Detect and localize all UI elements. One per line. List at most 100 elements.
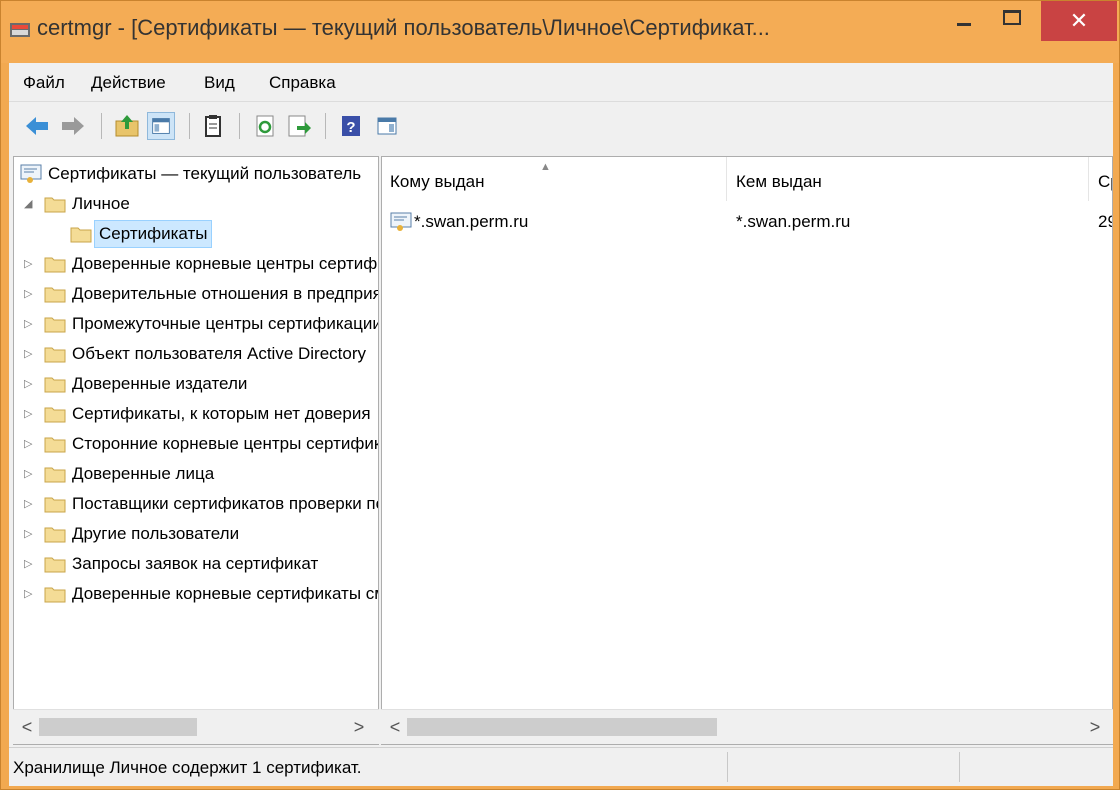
tree-item[interactable]: ▷ Промежуточные центры сертификации (14, 309, 378, 339)
certificate-list-pane[interactable]: Кому выдан ▲ Кем выдан Ср *.swan.perm.ru… (381, 156, 1113, 745)
folder-icon (44, 347, 66, 363)
folder-icon (44, 377, 66, 393)
scroll-thumb[interactable] (407, 718, 717, 736)
menu-file[interactable]: Файл (23, 73, 65, 93)
sort-ascending-icon: ▲ (540, 161, 551, 173)
title-bar[interactable]: certmgr - [Сертификаты — текущий пользов… (1, 1, 1119, 63)
tree-item[interactable]: ▷ Поставщики сертификатов проверки подлин… (14, 489, 378, 519)
tree-item[interactable]: ▷ Доверительные отношения в предприятии (14, 279, 378, 309)
toolbar-separator (101, 113, 102, 139)
folder-icon (44, 197, 66, 213)
folder-icon (44, 407, 66, 423)
expand-triangle-icon[interactable]: ▷ (24, 249, 32, 279)
tree-item-label: Сторонние корневые центры сертификации (72, 434, 378, 453)
app-window: certmgr - [Сертификаты — текущий пользов… (0, 0, 1120, 790)
folder-icon (44, 557, 66, 573)
expand-triangle-icon[interactable]: ▷ (24, 369, 32, 399)
close-button[interactable]: ✕ (1041, 1, 1117, 41)
column-header-issued-by[interactable]: Кем выдан (736, 157, 822, 201)
tree-item-label: Доверенные издатели (72, 374, 248, 393)
expand-triangle-icon[interactable]: ▷ (24, 399, 32, 429)
tree-item[interactable]: ▷ Доверенные лица (14, 459, 378, 489)
toolbar-separator (239, 113, 240, 139)
status-separator (959, 752, 960, 782)
menu-action[interactable]: Действие (91, 73, 166, 93)
tree-horizontal-scrollbar[interactable]: < > (13, 709, 379, 744)
tree-item-label: Сертификаты, к которым нет доверия (72, 404, 371, 423)
tree-item[interactable]: ▷ Объект пользователя Active Directory (14, 339, 378, 369)
status-text: Хранилище Личное содержит 1 сертификат. (13, 758, 362, 777)
certificate-icon (390, 212, 412, 231)
scroll-right-icon[interactable]: > (1083, 710, 1107, 744)
tree-item-personal[interactable]: ◢ Личное (14, 189, 378, 219)
tree-item[interactable]: ▷ Доверенные издатели (14, 369, 378, 399)
console-tree-pane[interactable]: Сертификаты — текущий пользователь ◢ Лич… (13, 156, 379, 745)
folder-icon (70, 227, 92, 243)
status-bar: Хранилище Личное содержит 1 сертификат. (9, 747, 1113, 786)
column-divider[interactable] (1088, 157, 1089, 201)
maximize-button[interactable] (991, 1, 1031, 41)
export-list-icon[interactable] (285, 112, 313, 140)
cell-issued-by: *.swan.perm.ru (736, 212, 851, 231)
up-folder-icon[interactable] (113, 112, 141, 140)
help-icon[interactable]: ? (337, 112, 365, 140)
show-hide-action-pane-icon[interactable] (373, 112, 401, 140)
tree-item-label: Промежуточные центры сертификации (72, 314, 379, 333)
expand-triangle-icon[interactable]: ▷ (24, 489, 32, 519)
certmgr-app-icon (10, 23, 30, 37)
tree-item[interactable]: ▷ Другие пользователи (14, 519, 378, 549)
close-icon: ✕ (1069, 8, 1089, 33)
minimize-button[interactable] (944, 1, 984, 41)
table-row[interactable]: *.swan.perm.ru *.swan.perm.ru 29 (382, 207, 1112, 237)
tree-item[interactable]: ▷ Сторонние корневые центры сертификации (14, 429, 378, 459)
scroll-thumb[interactable] (39, 718, 197, 736)
cell-issued-to: *.swan.perm.ru (414, 212, 529, 231)
tree-item-label: Доверительные отношения в предприятии (72, 284, 379, 303)
menu-help[interactable]: Справка (269, 73, 336, 93)
folder-icon (44, 287, 66, 303)
menu-bar: Файл Действие Вид Справка (9, 63, 1113, 102)
scroll-left-icon[interactable]: < (383, 710, 407, 744)
expand-triangle-icon[interactable]: ▷ (24, 339, 32, 369)
tree-item[interactable]: ▷ Сертификаты, к которым нет доверия (14, 399, 378, 429)
column-header-expiration[interactable]: Ср (1098, 157, 1112, 201)
certificate-store-icon (20, 164, 42, 183)
tree-item-root[interactable]: Сертификаты — текущий пользователь (14, 159, 378, 189)
tree-item-label: Другие пользователи (72, 524, 240, 543)
clipboard-icon[interactable] (199, 112, 227, 140)
list-horizontal-scrollbar[interactable]: < > (381, 709, 1113, 744)
tree-item-certificates[interactable]: Сертификаты (14, 219, 378, 249)
tree-item-label: Поставщики сертификатов проверки подлинн… (72, 494, 378, 513)
column-divider[interactable] (726, 157, 727, 201)
refresh-icon[interactable] (251, 112, 279, 140)
tree-item[interactable]: ▷ Запросы заявок на сертификат (14, 549, 378, 579)
scroll-left-icon[interactable]: < (15, 710, 39, 744)
tree-item-label: Запросы заявок на сертификат (72, 554, 319, 573)
column-header-issued-to[interactable]: Кому выдан (390, 157, 484, 201)
show-hide-tree-icon[interactable] (147, 112, 175, 140)
client-area: Файл Действие Вид Справка ? Сертификаты … (9, 63, 1113, 786)
forward-icon[interactable] (59, 112, 87, 140)
cell-expiration: 29 (1098, 212, 1112, 231)
scroll-right-icon[interactable]: > (347, 710, 371, 744)
menu-view[interactable]: Вид (204, 73, 235, 93)
toolbar-separator (325, 113, 326, 139)
toolbar-separator (189, 113, 190, 139)
tree-item[interactable]: ▷ Доверенные корневые центры сертификации (14, 249, 378, 279)
tree-item[interactable]: ▷ Доверенные корневые сертификаты смарт-к… (14, 579, 378, 609)
expand-triangle-icon[interactable]: ▷ (24, 519, 32, 549)
expand-triangle-icon[interactable]: ▷ (24, 279, 32, 309)
expand-triangle-icon[interactable]: ▷ (24, 579, 32, 609)
back-icon[interactable] (23, 112, 51, 140)
expand-triangle-icon[interactable]: ▷ (24, 309, 32, 339)
expand-triangle-icon[interactable]: ▷ (24, 549, 32, 579)
expand-triangle-icon[interactable]: ▷ (24, 459, 32, 489)
folder-icon (44, 257, 66, 273)
toolbar: ? (9, 103, 1113, 147)
expand-triangle-icon[interactable]: ▷ (24, 429, 32, 459)
collapse-triangle-icon[interactable]: ◢ (24, 189, 32, 219)
folder-icon (44, 437, 66, 453)
folder-icon (44, 587, 66, 603)
svg-text:?: ? (346, 119, 355, 136)
folder-icon (44, 467, 66, 483)
